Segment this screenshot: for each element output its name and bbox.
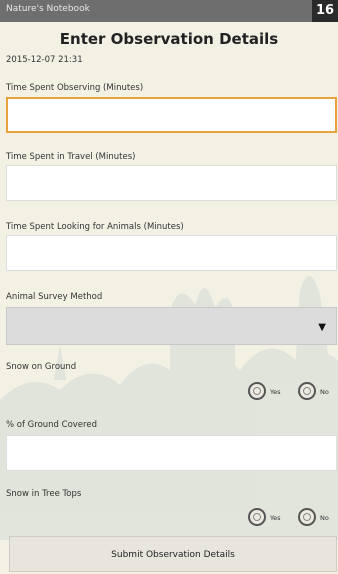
snow-ground-no-label: No — [320, 388, 329, 396]
snow-trees-yes-radio[interactable] — [248, 508, 266, 526]
survey-method-select[interactable]: ▼ — [6, 307, 337, 345]
time-animals-label: Time Spent Looking for Animals (Minutes) — [6, 222, 184, 232]
time-animals-input[interactable] — [6, 235, 337, 271]
snow-ground-no-radio[interactable] — [298, 382, 316, 400]
snow-trees-no-label: No — [320, 514, 329, 522]
status-bar: Nature's Notebook 16 — [0, 0, 338, 22]
time-travel-input[interactable] — [6, 165, 337, 201]
survey-method-label: Animal Survey Method — [6, 292, 103, 302]
app-name: Nature's Notebook — [6, 4, 90, 14]
snow-ground-yes-radio[interactable] — [248, 382, 266, 400]
observation-timestamp: 2015-12-07 21:31 — [6, 55, 83, 65]
time-observing-label: Time Spent Observing (Minutes) — [6, 83, 144, 93]
snow-trees-yes-label: Yes — [270, 514, 281, 522]
time-travel-label: Time Spent in Travel (Minutes) — [6, 152, 136, 162]
page-title: Enter Observation Details — [59, 30, 279, 48]
notification-badge: 16 — [312, 0, 338, 22]
submit-button[interactable]: Submit Observation Details — [9, 536, 337, 572]
snow-ground-yes-label: Yes — [270, 388, 281, 396]
snow-ground-label: Snow on Ground — [6, 362, 77, 372]
time-observing-input[interactable] — [6, 97, 337, 133]
caret-down-icon: ▼ — [318, 322, 326, 333]
snow-trees-label: Snow in Tree Tops — [6, 489, 82, 499]
ground-covered-label: % of Ground Covered — [6, 420, 97, 430]
snow-trees-no-radio[interactable] — [298, 508, 316, 526]
ground-covered-input[interactable] — [6, 435, 337, 471]
